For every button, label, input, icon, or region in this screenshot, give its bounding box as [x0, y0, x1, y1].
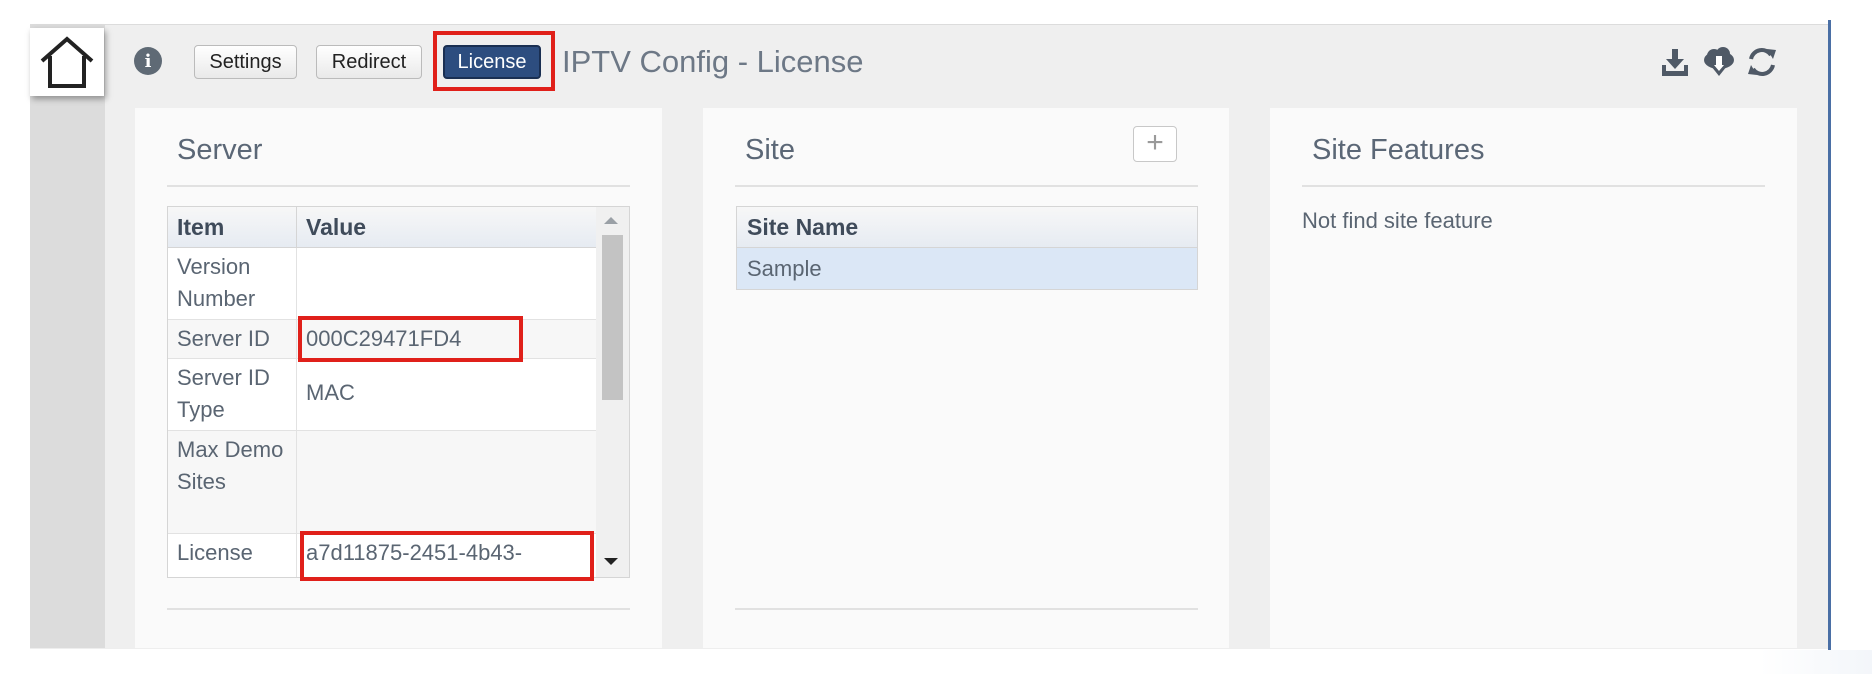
- column-header-site-name[interactable]: Site Name: [737, 207, 1197, 248]
- cloud-download-icon[interactable]: [1702, 44, 1736, 80]
- grid-scrollbar[interactable]: [596, 207, 629, 577]
- row-item-label: License: [168, 534, 297, 577]
- server-id-highlight: [298, 316, 523, 362]
- license-button-highlight: [433, 31, 555, 91]
- cloud-download-glyph: [1704, 47, 1734, 76]
- license-value-highlight: [300, 531, 594, 581]
- scroll-down-arrow-icon[interactable]: [604, 558, 618, 565]
- scroll-up-arrow-icon[interactable]: [604, 217, 618, 224]
- grid-header: Item Value: [168, 207, 596, 248]
- table-row[interactable]: Version Number: [168, 248, 596, 320]
- site-features-panel-divider: [1302, 185, 1765, 187]
- redirect-button[interactable]: Redirect: [316, 45, 422, 79]
- left-sidebar: [30, 24, 105, 648]
- site-panel-footer-divider: [735, 608, 1198, 610]
- site-panel-divider: [735, 185, 1198, 187]
- server-panel-divider: [167, 185, 630, 187]
- row-item-label: Version Number: [168, 248, 297, 319]
- download-tray-glyph: [1662, 49, 1688, 76]
- row-value: [297, 248, 596, 319]
- info-icon[interactable]: i: [134, 47, 162, 75]
- settings-button[interactable]: Settings: [194, 45, 297, 79]
- download-tray-icon[interactable]: [1658, 44, 1692, 80]
- home-icon: [40, 36, 94, 88]
- refresh-icon[interactable]: [1745, 44, 1779, 80]
- home-button[interactable]: [30, 28, 104, 96]
- refresh-glyph: [1748, 48, 1776, 76]
- scrollbar-thumb[interactable]: [602, 235, 623, 400]
- row-value: MAC: [306, 380, 355, 405]
- server-info-grid: Item Value Version Number Server ID 000C…: [167, 206, 630, 578]
- row-item-label: Server ID Type: [168, 359, 297, 430]
- row-item-label: Max Demo Sites: [168, 431, 297, 533]
- add-site-button[interactable]: +: [1133, 126, 1177, 162]
- row-value: [297, 431, 596, 533]
- site-features-panel: Site Features: [1270, 108, 1797, 648]
- table-row[interactable]: Server ID Type MAC: [168, 359, 596, 431]
- server-panel-title: Server: [177, 134, 263, 166]
- empty-state-message: Not find site feature: [1302, 208, 1493, 233]
- site-table: Site Name Sample: [736, 206, 1198, 290]
- column-header-value[interactable]: Value: [297, 207, 596, 247]
- list-item[interactable]: Sample: [737, 248, 1197, 289]
- right-edge-rule: [1828, 20, 1831, 650]
- site-panel: Site: [703, 108, 1229, 648]
- row-item-label: Server ID: [168, 320, 297, 358]
- column-header-item[interactable]: Item: [168, 207, 297, 247]
- page-title: IPTV Config - License: [562, 44, 864, 79]
- site-panel-title: Site: [745, 134, 795, 166]
- server-panel-footer-divider: [167, 608, 630, 610]
- corner-fade: [1760, 650, 1872, 674]
- table-row[interactable]: Max Demo Sites: [168, 431, 596, 534]
- site-features-panel-title: Site Features: [1312, 134, 1485, 166]
